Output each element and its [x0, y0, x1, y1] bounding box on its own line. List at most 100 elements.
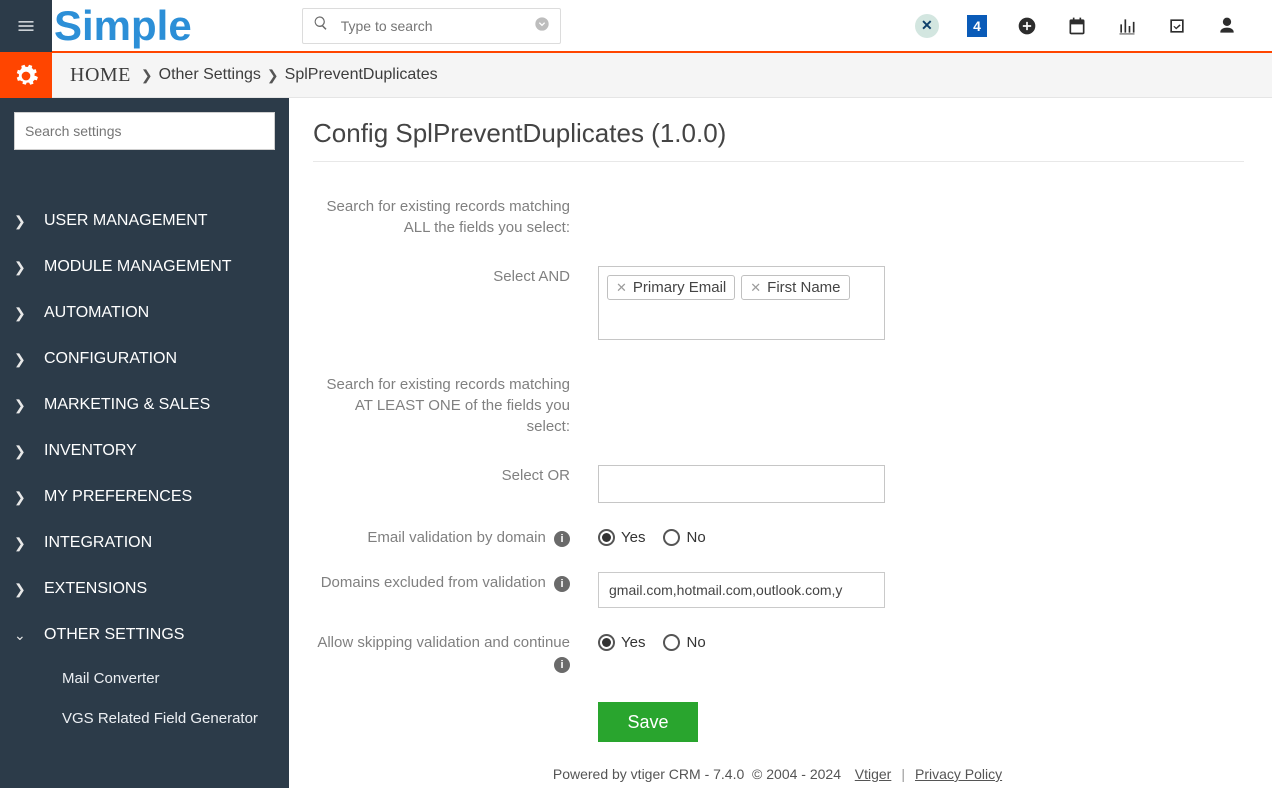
- sidebar-menu: ❯USER MANAGEMENT ❯MODULE MANAGEMENT ❯AUT…: [0, 198, 289, 738]
- skip-no-radio[interactable]: No: [663, 634, 705, 651]
- topbar-actions: 4: [902, 0, 1272, 52]
- sidebar-submenu: Mail Converter VGS Related Field Generat…: [14, 658, 289, 738]
- remove-tag-icon[interactable]: ✕: [750, 280, 761, 296]
- calendar-icon: [1067, 16, 1087, 36]
- main-content: Config SplPreventDuplicates (1.0.0) Sear…: [289, 98, 1272, 788]
- remove-tag-icon[interactable]: ✕: [616, 280, 627, 296]
- user-icon: [1217, 16, 1237, 36]
- chevron-right-icon: ❯: [14, 397, 44, 414]
- chevron-right-icon: ❯: [14, 489, 44, 506]
- quick-create-button[interactable]: [1002, 0, 1052, 52]
- sidebar-item-extensions[interactable]: ❯EXTENSIONS: [14, 566, 289, 612]
- radio-icon: [598, 634, 615, 651]
- sidebar-item-user-management[interactable]: ❯USER MANAGEMENT: [14, 198, 289, 244]
- sidebar-item-label: MY PREFERENCES: [44, 488, 192, 506]
- sidebar-item-module-management[interactable]: ❯MODULE MANAGEMENT: [14, 244, 289, 290]
- user-menu-button[interactable]: [1202, 0, 1252, 52]
- skip-validation-radio-group: Yes No: [598, 632, 898, 651]
- sidebar-item-label: INTEGRATION: [44, 534, 152, 552]
- menu-toggle-button[interactable]: [0, 0, 52, 52]
- label-select-and: Select AND: [313, 266, 598, 340]
- sidebar-item-marketing-sales[interactable]: ❯MARKETING & SALES: [14, 382, 289, 428]
- tag-primary-email: ✕Primary Email: [607, 275, 735, 300]
- reports-button[interactable]: [1102, 0, 1152, 52]
- bar-chart-icon: [1117, 16, 1137, 36]
- emailval-no-radio[interactable]: No: [663, 529, 705, 546]
- sidebar-item-label: INVENTORY: [44, 442, 137, 460]
- xing-icon: [915, 14, 939, 38]
- footer-separator: |: [901, 766, 905, 782]
- footer: Powered by vtiger CRM - 7.4.0 © 2004 - 2…: [289, 760, 1272, 788]
- info-icon[interactable]: i: [554, 531, 570, 547]
- chevron-right-icon: ❯: [141, 67, 153, 84]
- chevron-right-icon: ❯: [14, 213, 44, 230]
- radio-icon: [663, 634, 680, 651]
- save-button[interactable]: Save: [598, 702, 698, 742]
- info-icon[interactable]: i: [554, 576, 570, 592]
- breadcrumb-bar: HOME ❯ Other Settings ❯ SplPreventDuplic…: [0, 53, 1272, 98]
- chevron-right-icon: ❯: [14, 305, 44, 322]
- calendar-button[interactable]: [1052, 0, 1102, 52]
- sidebar-search-input[interactable]: [14, 112, 275, 150]
- email-validation-radio-group: Yes No: [598, 527, 898, 546]
- chevron-right-icon: ❯: [14, 443, 44, 460]
- sidebar-sub-vgs-related[interactable]: VGS Related Field Generator: [62, 698, 289, 738]
- desc-or: Search for existing records matching AT …: [313, 374, 598, 437]
- select-or-tagbox[interactable]: [598, 465, 885, 503]
- chevron-right-icon: ❯: [14, 259, 44, 276]
- footer-powered: Powered by vtiger CRM - 7.4.0: [553, 766, 744, 782]
- sidebar-item-inventory[interactable]: ❯INVENTORY: [14, 428, 289, 474]
- chevron-right-icon: ❯: [14, 351, 44, 368]
- sidebar-item-integration[interactable]: ❯INTEGRATION: [14, 520, 289, 566]
- desc-and: Search for existing records matching ALL…: [313, 196, 598, 238]
- chevron-down-icon: ⌄: [14, 627, 44, 644]
- sidebar-sub-label: VGS Related Field Generator: [62, 710, 258, 727]
- emailval-yes-radio[interactable]: Yes: [598, 529, 645, 546]
- settings-sidebar: ❯USER MANAGEMENT ❯MODULE MANAGEMENT ❯AUT…: [0, 98, 289, 788]
- radio-icon: [663, 529, 680, 546]
- info-icon[interactable]: i: [554, 657, 570, 673]
- divider: [313, 161, 1244, 162]
- four-icon: 4: [967, 15, 987, 37]
- sidebar-item-configuration[interactable]: ❯CONFIGURATION: [14, 336, 289, 382]
- sidebar-item-automation[interactable]: ❯AUTOMATION: [14, 290, 289, 336]
- sidebar-item-label: OTHER SETTINGS: [44, 626, 184, 644]
- radio-icon: [598, 529, 615, 546]
- label-select-or: Select OR: [313, 465, 598, 503]
- sidebar-item-label: USER MANAGEMENT: [44, 212, 208, 230]
- skip-yes-radio[interactable]: Yes: [598, 634, 645, 651]
- sidebar-sub-mail-converter[interactable]: Mail Converter: [62, 658, 289, 698]
- sidebar-search: [14, 112, 275, 150]
- brand-logo[interactable]: Simple: [54, 2, 192, 50]
- checkbox-icon: [1167, 16, 1187, 36]
- tasks-button[interactable]: [1152, 0, 1202, 52]
- sidebar-item-label: AUTOMATION: [44, 304, 149, 322]
- sidebar-item-other-settings[interactable]: ⌄OTHER SETTINGS: [14, 612, 289, 658]
- footer-link-privacy[interactable]: Privacy Policy: [915, 766, 1002, 782]
- sidebar-item-my-preferences[interactable]: ❯MY PREFERENCES: [14, 474, 289, 520]
- breadcrumb-level-2: SplPreventDuplicates: [285, 66, 438, 84]
- breadcrumb-level-1[interactable]: Other Settings: [159, 66, 261, 84]
- tag-first-name: ✕First Name: [741, 275, 849, 300]
- footer-link-vtiger[interactable]: Vtiger: [855, 766, 892, 782]
- select-and-tagbox[interactable]: ✕Primary Email ✕First Name: [598, 266, 885, 340]
- sidebar-item-label: CONFIGURATION: [44, 350, 177, 368]
- search-filter-chevron-icon[interactable]: [534, 16, 550, 35]
- domains-excluded-input[interactable]: [598, 572, 885, 608]
- chevron-right-icon: ❯: [14, 535, 44, 552]
- settings-gear-button[interactable]: [0, 53, 52, 98]
- breadcrumb: HOME ❯ Other Settings ❯ SplPreventDuplic…: [52, 53, 438, 97]
- search-icon: [313, 15, 329, 36]
- label-email-validation: Email validation by domain i: [313, 527, 598, 548]
- sidebar-item-label: EXTENSIONS: [44, 580, 147, 598]
- app-xing-button[interactable]: [902, 0, 952, 52]
- app-four-button[interactable]: 4: [952, 0, 1002, 52]
- global-search-input[interactable]: [339, 17, 534, 35]
- label-domains-excluded: Domains excluded from validation i: [313, 572, 598, 608]
- chevron-right-icon: ❯: [267, 67, 279, 84]
- sidebar-sub-label: Mail Converter: [62, 670, 160, 687]
- sidebar-item-label: MODULE MANAGEMENT: [44, 258, 232, 276]
- sidebar-item-label: MARKETING & SALES: [44, 396, 210, 414]
- breadcrumb-home[interactable]: HOME: [70, 64, 131, 87]
- global-search[interactable]: [302, 8, 561, 44]
